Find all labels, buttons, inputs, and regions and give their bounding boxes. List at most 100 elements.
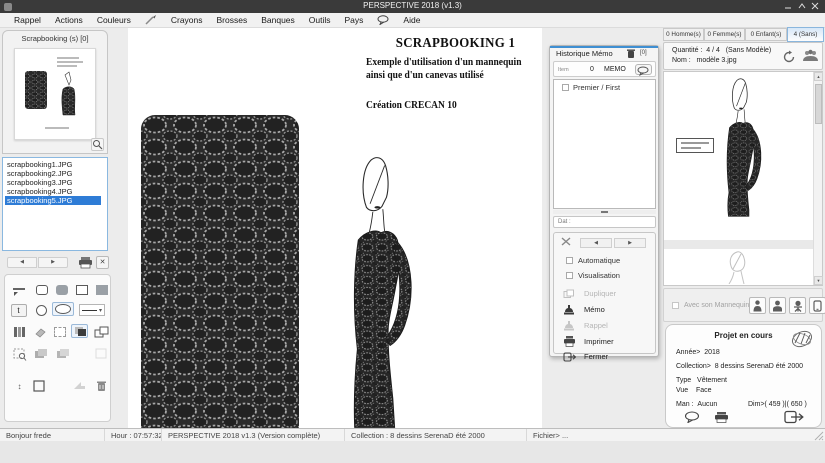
tab-femmes[interactable]: 0 Femme(s)	[704, 28, 745, 41]
document-canvas[interactable]: SCRAPBOOKING 1 Exemple d'utilisation d'u…	[128, 28, 542, 428]
scroll-down-button[interactable]: ▼	[814, 276, 823, 285]
menu-pays[interactable]: Pays	[345, 15, 364, 25]
rounded-rect-filled-tool[interactable]	[53, 283, 70, 297]
trash-tool[interactable]	[93, 379, 110, 393]
dupliquer-button[interactable]: Dupliquer	[562, 287, 652, 300]
selection-rect-tool[interactable]	[51, 325, 68, 339]
image-copy-tool[interactable]	[33, 347, 50, 361]
automatic-checkbox[interactable]	[566, 257, 573, 264]
with-mannequin-checkbox-row[interactable]: Avec son Mannequin	[672, 302, 749, 309]
rappel-button[interactable]: Rappel	[562, 319, 652, 332]
memo-trash-button[interactable]	[626, 48, 636, 59]
resize-grip[interactable]	[814, 431, 824, 441]
magnifier-button[interactable]	[91, 138, 104, 151]
tab-sans[interactable]: 4 (Sans)	[787, 27, 824, 42]
circle-tool[interactable]	[33, 303, 50, 317]
bust-silhouette-button[interactable]	[769, 297, 786, 314]
rect-filled-tool[interactable]	[93, 283, 110, 297]
menu-crayons[interactable]: Crayons	[171, 15, 203, 25]
visualisation-checkbox-row[interactable]: Visualisation	[566, 271, 620, 280]
name-line: Nom : modèle 3.jpg	[672, 57, 737, 64]
text-tool[interactable]: t	[10, 303, 27, 317]
status-bar: Bonjour frede Hour : 07:57:32 PERSPECTIV…	[0, 428, 825, 441]
memo-item-checkbox[interactable]	[562, 84, 569, 91]
crop-frame-tool[interactable]	[31, 379, 48, 393]
imprimer-button[interactable]: Imprimer	[562, 335, 652, 348]
tablet-button[interactable]	[809, 297, 825, 314]
project-collection-row: Collection> 8 dessins SerenaD été 2000	[676, 363, 803, 370]
line-style-dropdown[interactable]: ▾	[77, 303, 107, 317]
ellipse-tool-selected[interactable]	[52, 302, 74, 316]
scrollbar-thumb[interactable]	[815, 84, 822, 124]
rect-tool[interactable]	[73, 283, 90, 297]
close-panel-button[interactable]: ✕	[96, 256, 109, 269]
menu-aide[interactable]: Aide	[403, 15, 420, 25]
scroll-up-button[interactable]: ▲	[814, 72, 823, 81]
memo-delete-icon[interactable]	[561, 237, 571, 246]
canvas-texture-swatch[interactable]	[140, 114, 300, 430]
maximize-button[interactable]	[798, 2, 809, 11]
file-item[interactable]: scrapbooking3.JPG	[5, 178, 107, 187]
tab-enfants[interactable]: 0 Enfant(s)	[745, 28, 787, 41]
memo-prev-button[interactable]: ◀	[580, 238, 612, 248]
exit-icon	[784, 410, 804, 424]
automatic-checkbox-row[interactable]: Automatique	[566, 256, 620, 265]
brush-icon[interactable]	[145, 15, 157, 25]
zoom-select-tool[interactable]	[11, 347, 28, 361]
canvas-mannequin-sketch[interactable]	[331, 154, 431, 428]
speech-bubble-icon[interactable]	[377, 15, 389, 25]
print-button[interactable]	[78, 256, 93, 269]
previous-button[interactable]: ◀	[7, 257, 37, 268]
model-image-list[interactable]: ▲ ▼	[663, 71, 823, 286]
pointer-tool-disabled	[71, 379, 88, 393]
visualisation-checkbox[interactable]	[566, 272, 573, 279]
copy-stack-tool-selected[interactable]	[71, 324, 88, 338]
head-silhouette-button[interactable]	[789, 297, 806, 314]
minimize-button[interactable]	[784, 2, 795, 11]
model-sketch-large[interactable]	[694, 77, 792, 239]
with-mannequin-checkbox[interactable]	[672, 302, 679, 309]
image-paste-tool[interactable]	[55, 347, 72, 361]
memo-next-button[interactable]: ▶	[614, 238, 646, 248]
memo-speech-button[interactable]	[635, 64, 652, 75]
menu-couleurs[interactable]: Couleurs	[97, 15, 131, 25]
project-exit-button[interactable]	[784, 410, 804, 424]
refresh-button[interactable]	[782, 50, 796, 64]
scrapbooking-file-list[interactable]: scrapbooking1.JPG scrapbooking2.JPG scra…	[2, 157, 108, 251]
rounded-rect-tool[interactable]	[33, 283, 50, 297]
model-list-scrollbar[interactable]: ▲ ▼	[813, 72, 822, 285]
memo-list-item[interactable]: Premier / First	[554, 80, 655, 92]
arrange-tool[interactable]	[93, 325, 110, 339]
fermer-button[interactable]: Fermer	[562, 350, 652, 363]
menu-rappel[interactable]: Rappel	[14, 15, 41, 25]
memo-hscrollbar[interactable]	[553, 210, 656, 214]
memo-button[interactable]: Mémo	[562, 303, 652, 316]
model-name-value: modèle 3.jpg	[697, 57, 737, 64]
project-print-button[interactable]	[714, 412, 729, 423]
close-button[interactable]	[811, 2, 822, 11]
eraser-tool[interactable]	[31, 325, 48, 339]
file-nav-row: ◀ ▶ ✕	[0, 256, 115, 270]
vertical-resize-tool[interactable]: ↕	[11, 379, 28, 393]
menu-actions[interactable]: Actions	[55, 15, 83, 25]
memo-trash-count: [0]	[640, 50, 647, 56]
memo-history-list[interactable]: Premier / First	[553, 79, 656, 209]
file-item[interactable]: scrapbooking2.JPG	[5, 169, 107, 178]
menu-banques[interactable]: Banques	[261, 15, 295, 25]
memo-date-field[interactable]: Dat :	[553, 216, 656, 228]
next-button[interactable]: ▶	[38, 257, 68, 268]
pattern-list-tool[interactable]	[11, 325, 28, 339]
file-item-selected[interactable]: scrapbooking5.JPG	[5, 196, 101, 205]
file-item[interactable]: scrapbooking4.JPG	[5, 187, 107, 196]
line-tool[interactable]	[11, 283, 28, 297]
tab-hommes[interactable]: 0 Homme(s)	[663, 28, 704, 41]
model-sketch-partial[interactable]	[719, 250, 759, 284]
memo-tab[interactable]: Historique Mémo	[556, 49, 613, 58]
group-button[interactable]	[802, 49, 819, 63]
man-silhouette-button[interactable]	[749, 297, 766, 314]
window-title: PERSPECTIVE 2018 (v1.3)	[0, 1, 825, 10]
menu-outils[interactable]: Outils	[309, 15, 331, 25]
menu-brosses[interactable]: Brosses	[217, 15, 248, 25]
project-speech-button[interactable]	[684, 411, 700, 423]
file-item[interactable]: scrapbooking1.JPG	[5, 160, 107, 169]
